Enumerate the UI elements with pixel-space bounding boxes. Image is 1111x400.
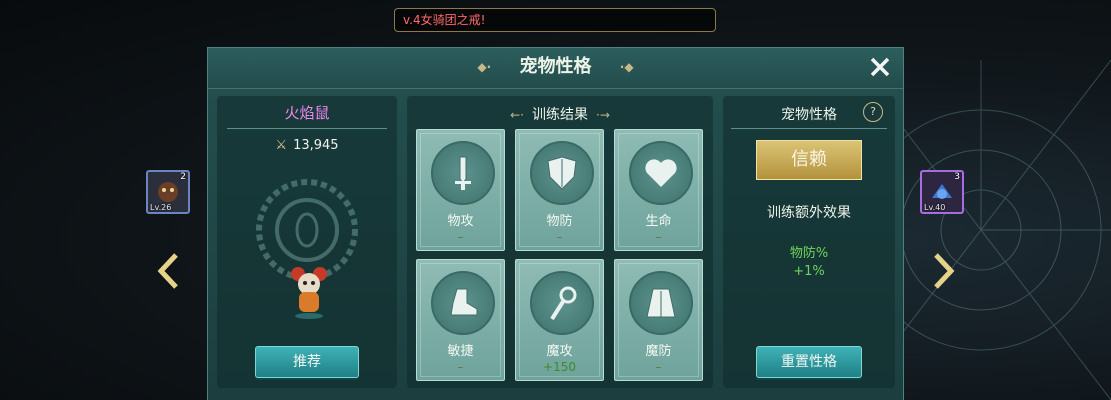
stat-card-magic-defense[interactable]: 魔防 – [614, 259, 703, 381]
close-button[interactable] [867, 54, 893, 80]
training-result-title: 训练结果 [532, 107, 588, 123]
prev-arrow-icon[interactable] [156, 252, 182, 290]
stat-value: – [655, 230, 662, 244]
stat-value: – [655, 360, 662, 374]
stat-card-physical-defense[interactable]: 物防 – [515, 129, 604, 251]
extra-effect-stat: 物防% [789, 246, 829, 261]
combat-power: ⚔ 13,945 [217, 138, 397, 153]
training-result-header: ←· 训练结果 ·→ [407, 104, 713, 124]
shield-icon [547, 156, 577, 190]
crossed-swords-icon: ⚔ [275, 138, 288, 153]
sword-icon [455, 156, 471, 190]
extra-effect-value: +1% [793, 264, 825, 279]
stat-card-health[interactable]: 生命 – [614, 129, 703, 251]
stat-value: – [457, 230, 464, 244]
next-arrow-icon[interactable] [930, 252, 956, 290]
cloak-icon [646, 288, 676, 318]
pet-sprite-icon [291, 267, 327, 319]
pet-level: Lv.40 [924, 203, 946, 212]
stat-card-physical-attack[interactable]: 物攻 – [416, 129, 505, 251]
stat-label: 生命 [645, 214, 672, 229]
next-pet-avatar[interactable]: 3 Lv.40 [920, 170, 964, 214]
panel-header: ◆· 宠物性格 ·◆ [208, 48, 903, 89]
stat-card-agility[interactable]: 敏捷 – [416, 259, 505, 381]
stat-label: 魔防 [645, 344, 672, 359]
help-button[interactable]: ? [863, 102, 883, 122]
combat-power-value: 13,945 [293, 138, 339, 153]
recommend-button[interactable]: 推荐 [255, 346, 359, 378]
stat-label: 物攻 [447, 214, 474, 229]
prev-pet-avatar[interactable]: 2 Lv.26 [146, 170, 190, 214]
ornament-icon: ←· [510, 108, 524, 122]
current-personality-badge: 信赖 [756, 140, 862, 180]
panel-title: 宠物性格 [519, 56, 592, 77]
divider [227, 128, 387, 129]
personality-column: 宠物性格 ? 信赖 训练额外效果 物防% +1% 重置性格 [723, 96, 895, 388]
divider [731, 128, 887, 129]
ornament-icon: ·◆ [619, 60, 634, 74]
stat-value: +150 [543, 360, 576, 374]
training-result-column: ←· 训练结果 ·→ 物攻 – 物防 – 生命 – 敏捷 – 魔攻 +150 魔… [407, 96, 713, 388]
stat-label: 物防 [546, 214, 573, 229]
boot-icon [450, 288, 478, 316]
staff-icon [550, 286, 577, 321]
close-icon [870, 57, 890, 77]
ornament-icon: ◆· [477, 60, 492, 74]
extra-effect-title: 训练额外效果 [767, 205, 851, 221]
pet-info-column: 火焰鼠 ⚔ 13,945 推荐 [217, 96, 397, 388]
ornament-icon: ·→ [596, 108, 610, 122]
stat-value: – [556, 230, 563, 244]
stat-label: 敏捷 [447, 344, 474, 359]
system-notice: v.4女骑团之戒! [394, 8, 716, 32]
stat-value: – [457, 360, 464, 374]
stat-card-magic-attack[interactable]: 魔攻 +150 [515, 259, 604, 381]
pet-count: 3 [954, 172, 960, 182]
pet-personality-panel: ◆· 宠物性格 ·◆ 火焰鼠 ⚔ 13,945 推荐 ←· 训练结果 ·→ 物攻… [207, 47, 904, 400]
heart-icon [645, 159, 677, 187]
stat-label: 魔攻 [546, 344, 573, 359]
pet-count: 2 [180, 172, 186, 182]
pet-name: 火焰鼠 [284, 104, 330, 122]
pet-level: Lv.26 [150, 203, 172, 212]
reset-personality-button[interactable]: 重置性格 [756, 346, 862, 378]
